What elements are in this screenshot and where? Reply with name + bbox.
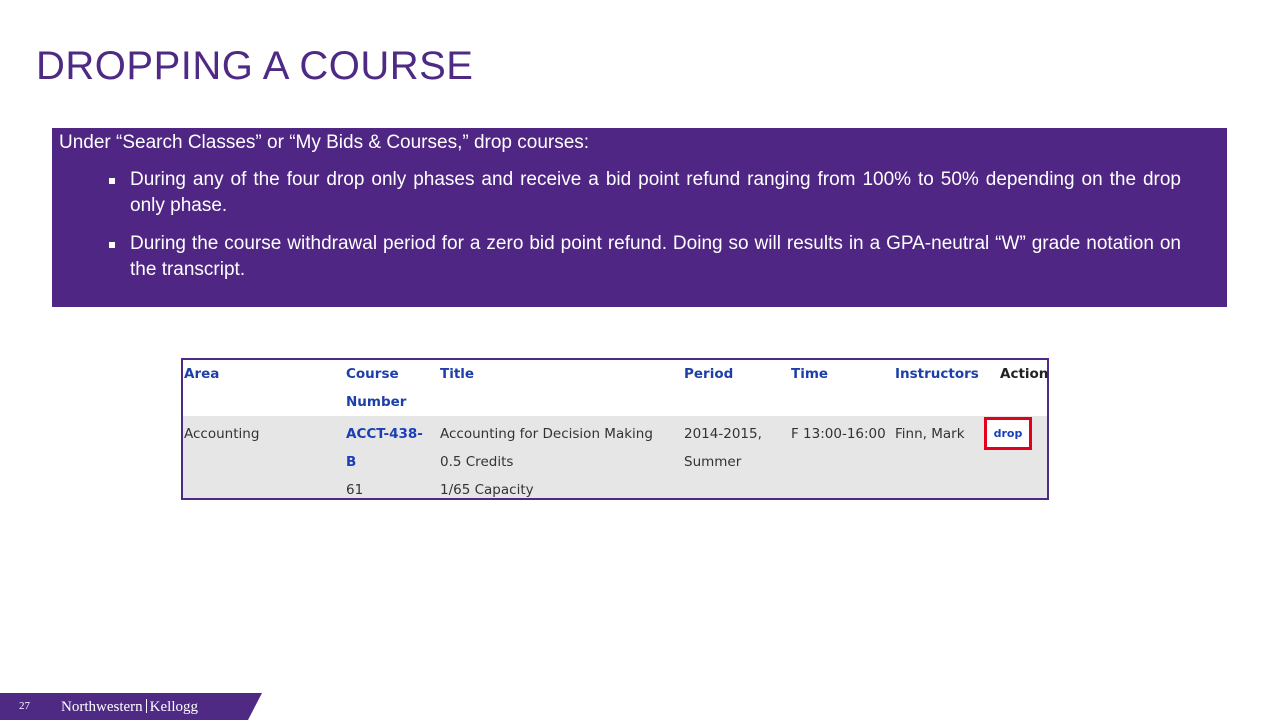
cell-course-number: ACCT-438- B 61: [346, 420, 423, 504]
period-term: Summer: [684, 454, 742, 470]
square-bullet-icon: [109, 242, 115, 248]
brand-northwestern: Northwestern: [61, 699, 143, 715]
page-title: DROPPING A COURSE: [36, 44, 474, 88]
drop-button[interactable]: drop: [984, 417, 1032, 450]
brand-kellogg: Kellogg: [149, 699, 198, 715]
cell-time: F 13:00-16:00: [791, 426, 886, 442]
cell-title: Accounting for Decision Making 0.5 Credi…: [440, 420, 653, 504]
course-credits: 0.5 Credits: [440, 454, 514, 470]
page-number: 27: [19, 700, 30, 712]
course-table-screenshot: Area Course Number Title Period Time Ins…: [181, 358, 1049, 500]
info-intro: Under “Search Classes” or “My Bids & Cou…: [59, 132, 590, 153]
info-box: Under “Search Classes” or “My Bids & Cou…: [52, 128, 1227, 307]
course-capacity: 1/65 Capacity: [440, 482, 534, 498]
course-number-link[interactable]: ACCT-438-: [346, 426, 423, 442]
bullet-item: During any of the four drop only phases …: [59, 167, 1181, 219]
header-course-number-line1: Course: [346, 366, 399, 382]
header-course-number-line2: Number: [346, 394, 407, 410]
course-title: Accounting for Decision Making: [440, 426, 653, 442]
header-instructors: Instructors: [895, 366, 979, 382]
bullet-item: During the course withdrawal period for …: [59, 231, 1181, 283]
course-number-link-continued[interactable]: B: [346, 454, 356, 470]
square-bullet-icon: [109, 178, 115, 184]
header-period: Period: [684, 366, 734, 382]
header-course-number: Course Number: [346, 360, 406, 416]
bullet-text: During any of the four drop only phases …: [130, 169, 1181, 216]
course-section: 61: [346, 482, 364, 498]
header-time: Time: [791, 366, 829, 382]
header-action: Action: [1000, 366, 1049, 382]
cell-instructors: Finn, Mark: [895, 426, 965, 442]
bullet-list: During any of the four drop only phases …: [59, 167, 1181, 283]
header-area: Area: [184, 366, 220, 382]
header-title: Title: [440, 366, 475, 382]
northwestern-kellogg-logo: Northwestern Kellogg: [61, 697, 198, 717]
cell-area: Accounting: [184, 426, 260, 442]
bullet-text: During the course withdrawal period for …: [130, 233, 1181, 280]
cell-period: 2014-2015, Summer: [684, 420, 762, 476]
logo-divider: [145, 699, 147, 713]
period-year: 2014-2015,: [684, 426, 762, 442]
